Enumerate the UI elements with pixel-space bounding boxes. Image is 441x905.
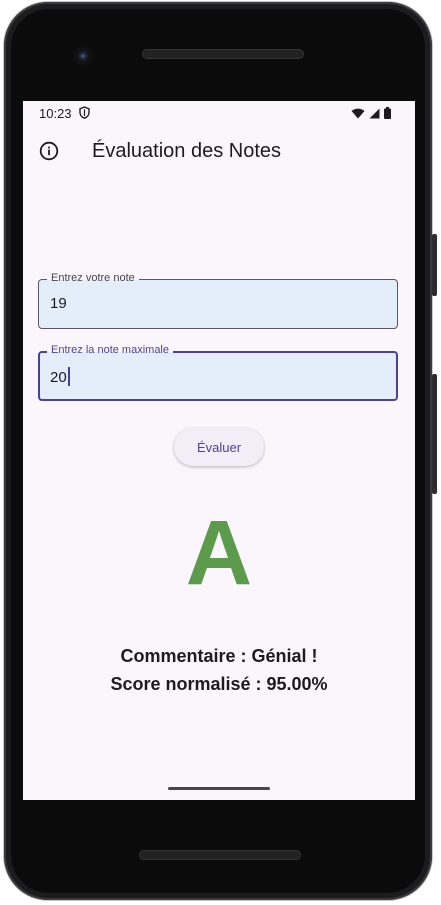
status-bar: 10:23	[23, 101, 415, 125]
wifi-icon	[351, 108, 365, 118]
evaluate-button[interactable]: Évaluer	[174, 428, 264, 466]
comment-text: Commentaire : Génial !	[120, 646, 318, 666]
bottom-speaker	[139, 850, 301, 860]
max-note-input[interactable]: 20	[50, 367, 70, 386]
info-icon[interactable]	[39, 141, 59, 161]
text-cursor	[67, 367, 70, 386]
power-button	[432, 234, 437, 296]
app-screen: 10:23 Évaluation des Notes Entrez votre …	[23, 101, 415, 800]
max-note-field-label: Entrez la note maximale	[47, 344, 173, 356]
note-field-label: Entrez votre note	[47, 272, 139, 284]
max-note-value: 20	[50, 369, 67, 386]
status-time: 10:23	[39, 106, 72, 121]
normalized-score-text: Score normalisé : 95.00%	[110, 674, 328, 694]
shield-icon	[79, 106, 90, 119]
front-camera	[74, 47, 92, 65]
page-title: Évaluation des Notes	[92, 140, 282, 162]
home-indicator[interactable]	[168, 787, 270, 790]
note-field[interactable]: Entrez votre note 19	[38, 272, 398, 329]
top-app-bar: Évaluation des Notes	[23, 131, 415, 173]
signal-icon	[369, 108, 380, 118]
battery-icon	[384, 107, 391, 119]
grade-letter: A	[185, 502, 253, 604]
volume-button	[432, 374, 437, 494]
status-icons	[351, 107, 391, 119]
earpiece-speaker	[142, 49, 304, 59]
max-note-field[interactable]: Entrez la note maximale 20	[38, 344, 398, 401]
note-input[interactable]: 19	[50, 295, 67, 312]
